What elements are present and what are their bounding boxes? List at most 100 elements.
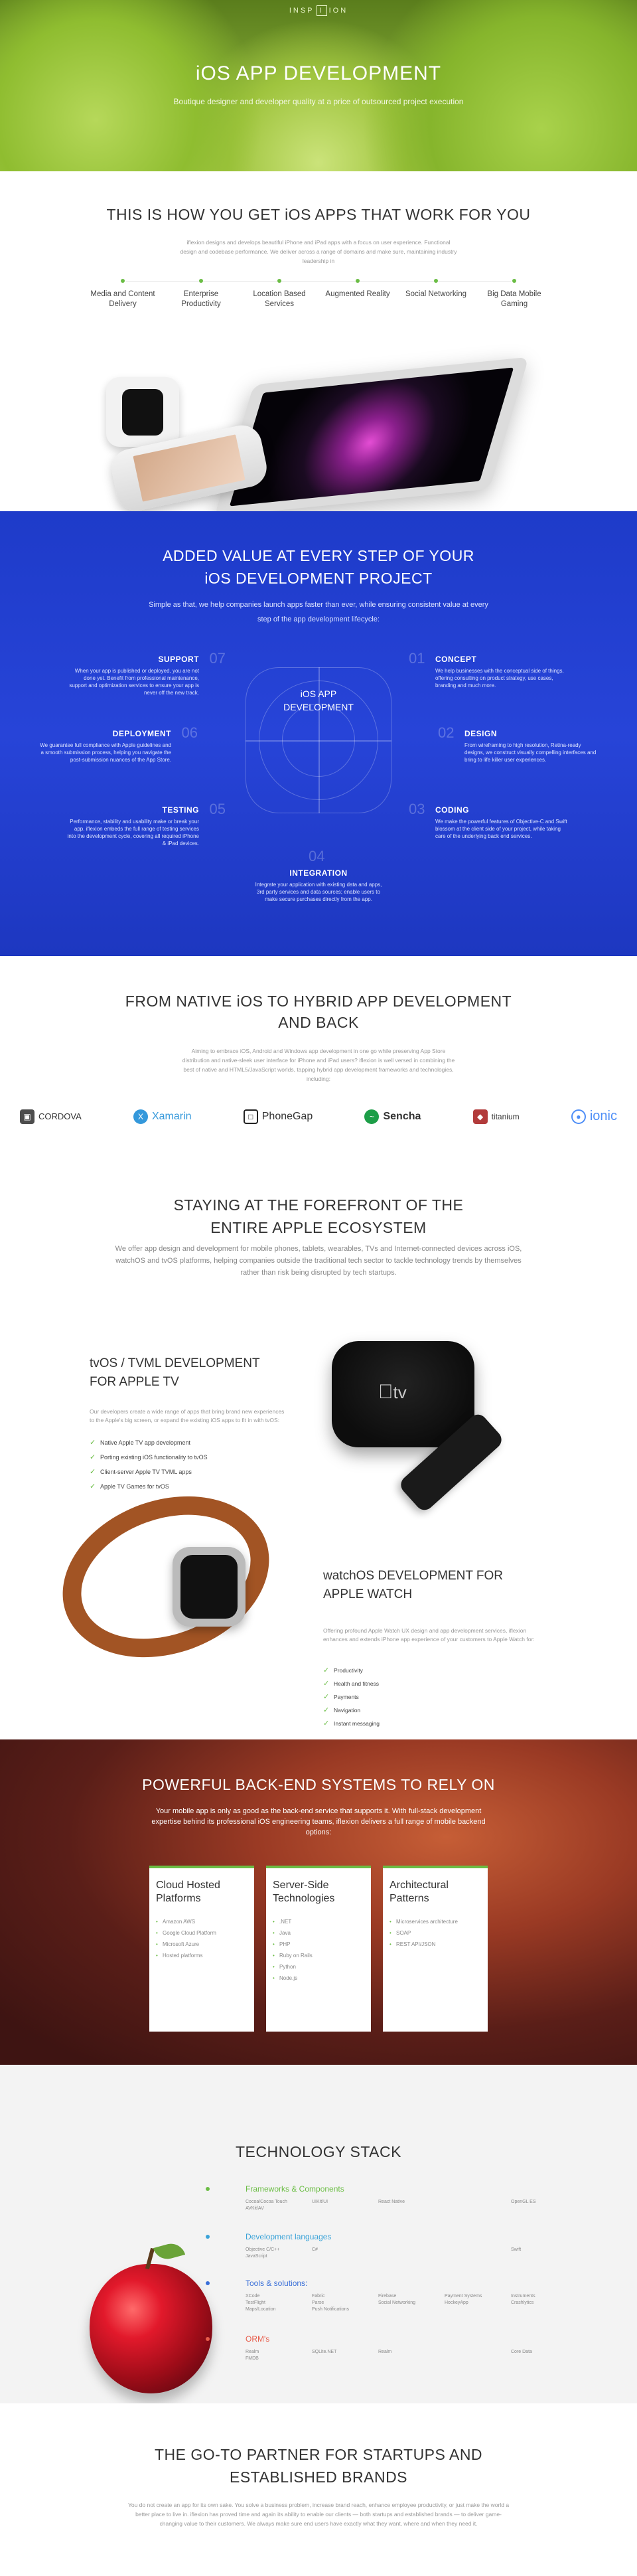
category-title: ORM's [206,2334,591,2344]
list-item: Objective C/C++ [246,2247,280,2252]
hybrid-text: Aiming to embrace iOS, Android and Windo… [182,1048,455,1082]
phonegap-icon: □ [243,1109,258,1124]
apple-watch-image [173,1547,246,1627]
ecosystem-title: STAYING AT THE FOREFRONT OF THE ENTIRE AP… [173,1196,464,1236]
list-item: Java [273,1927,364,1939]
backend-card: Cloud Hosted Platforms Amazon AWS Google… [149,1866,254,2032]
cordova-logo: ▣ CORDOVA [20,1109,82,1124]
list-item: Fabric [312,2294,325,2298]
ecosystem-section: STAYING AT THE FOREFRONT OF THE ENTIRE AP… [0,1142,637,1739]
ecosystem-text: We offer app design and development for … [115,1245,522,1277]
feature-item: Big Data Mobile Gaming [478,278,551,309]
list-item: Instruments [511,2294,535,2298]
list-item: Cocoa/Cocoa Touch [246,2200,287,2204]
apple-icon: tv [378,1381,407,1403]
list-item: Navigation [323,1704,380,1717]
intro-title: THIS IS HOW YOU GET iOS APPS THAT WORK F… [106,206,531,223]
watch-strap-image [40,1469,292,1685]
list-item: Social Networking [378,2300,416,2305]
card-title: Cloud Hosted Platforms [156,1880,220,1904]
cordova-icon: ▣ [20,1109,35,1124]
feature-item: Social Networking [399,278,472,309]
backend-section: POWERFUL BACK-END SYSTEMS TO RELY ON You… [0,1739,637,2065]
category-title: Frameworks & Components [206,2184,591,2194]
ionic-logo: ● ionic [571,1109,617,1124]
tvos-list: Native Apple TV app development Porting … [90,1435,208,1494]
xamarin-icon: X [133,1109,148,1124]
process-text: Simple as that, we help companies launch… [149,601,488,623]
list-item: Maps/Location [246,2307,276,2312]
tvos-text: Our developers create a wide range of ap… [90,1408,285,1423]
tech-stack-title: TECHNOLOGY STACK [236,2143,401,2160]
list-item: JavaScript [246,2254,267,2259]
list-item: Productivity [323,1664,380,1677]
partner-title: THE GO-TO PARTNER FOR STARTUPS AND ESTABL… [154,2446,483,2486]
tech-stack-section: TECHNOLOGY STACK Frameworks & Components… [0,2065,637,2403]
list-item: .NET [273,1916,364,1927]
backend-card: Architectural Patterns Microservices arc… [383,1866,488,2032]
partner-section: THE GO-TO PARTNER FOR STARTUPS AND ESTABL… [0,2403,637,2576]
list-item: Apple TV Games for tvOS [90,1479,208,1494]
step-testing: 05 TESTING Performance, stability and usab… [67,801,226,847]
list-item: FMDB [246,2356,259,2361]
feature-item: Augmented Reality [321,278,394,309]
card-title: Server-Side Technologies [273,1880,335,1904]
intro-text: iflexion designs and develops beautiful … [180,239,457,264]
apple-tv-image: tv [332,1341,474,1447]
list-item: Hosted platforms [156,1950,248,1961]
logo-right: ION [328,7,348,15]
step-concept: 01 CONCEPT We help businesses with the con… [409,650,564,689]
list-item: Core Data [511,2350,532,2354]
hybrid-section: FROM NATIVE iOS TO HYBRID APP DEVELOPMEN… [0,956,637,1142]
logo-mark: I [316,5,327,16]
step-support: 07 SUPPORT When your app is published or d… [69,650,226,696]
list-item: Realm [246,2350,259,2354]
backend-card: Server-Side Technologies .NET Java PHP R… [266,1866,371,2032]
list-item: Native Apple TV app development [90,1435,208,1450]
step-design: 02 DESIGN From wireframing to high resolut… [438,724,597,764]
process-center-label: iOS APP DEVELOPMENT [283,688,354,712]
sencha-logo: ~ Sencha [364,1109,421,1124]
process-title: ADDED VALUE AT EVERY STEP OF YOUR iOS DEV… [163,547,474,587]
framework-logos: ▣ CORDOVA X Xamarin □ PhoneGap ~ Sencha ◆ tit… [20,1109,617,1124]
backend-text: Your mobile app is only as good as the b… [151,1807,486,1836]
list-item: Client-server Apple TV TVML apps [90,1465,208,1479]
stack-category-orm: ORM's Realm SQLite.NET Realm Core Data F… [206,2334,591,2362]
step-deployment: 06 DEPLOYMENT We guarantee full compliance… [40,724,198,764]
list-item: Swift [511,2247,522,2252]
list-item: Python [273,1961,364,1972]
grid-line [246,740,391,742]
titanium-icon: ◆ [472,1109,488,1124]
list-item: PHP [273,1939,364,1950]
hybrid-title: FROM NATIVE iOS TO HYBRID APP DEVELOPMEN… [125,993,512,1031]
sencha-icon: ~ [364,1109,380,1124]
tvos-title: tvOS / TVML DEVELOPMENT FOR APPLE TV [90,1356,260,1389]
list-item: Amazon AWS [156,1916,248,1927]
list-item: Ruby on Rails [273,1950,364,1961]
list-item: Payment Systems [445,2294,482,2298]
list-item: Payments [323,1690,380,1704]
stack-category-languages: Development languages Objective C/C++ C#… [206,2232,591,2260]
brand-logo[interactable]: INSP I ION [0,5,637,16]
list-item: SOAP [389,1927,481,1939]
watchos-list: Productivity Health and fitness Payments… [323,1664,380,1730]
list-item: Microsoft Azure [156,1939,248,1950]
list-item: Porting existing iOS functionality to tv… [90,1450,208,1465]
xamarin-logo: X Xamarin [133,1109,192,1124]
feature-item: Media and Content Delivery [86,278,159,309]
step-coding: 03 CODING We make the powerful features of… [409,801,567,840]
logo-left: INSP [289,7,315,15]
ipad-image [214,357,530,511]
list-item: Firebase [378,2294,397,2298]
list-item: React Native [378,2200,405,2204]
hero-subtitle: Boutique designer and developer quality … [173,97,464,106]
feature-item: Enterprise Productivity [165,278,238,309]
stack-category-tools: Tools & solutions: XCode Fabric Firebase… [206,2279,591,2313]
stack-category-frameworks: Frameworks & Components Cocoa/Cocoa Touc… [206,2184,591,2212]
list-item: XCode [246,2294,260,2298]
list-item: HockeyApp [445,2300,468,2305]
list-item: UIKit/UI [312,2200,328,2204]
intro-section: THIS IS HOW YOU GET iOS APPS THAT WORK F… [0,171,637,511]
feature-item: Location Based Services [243,278,316,309]
list-item: Node.js [273,1972,364,1984]
